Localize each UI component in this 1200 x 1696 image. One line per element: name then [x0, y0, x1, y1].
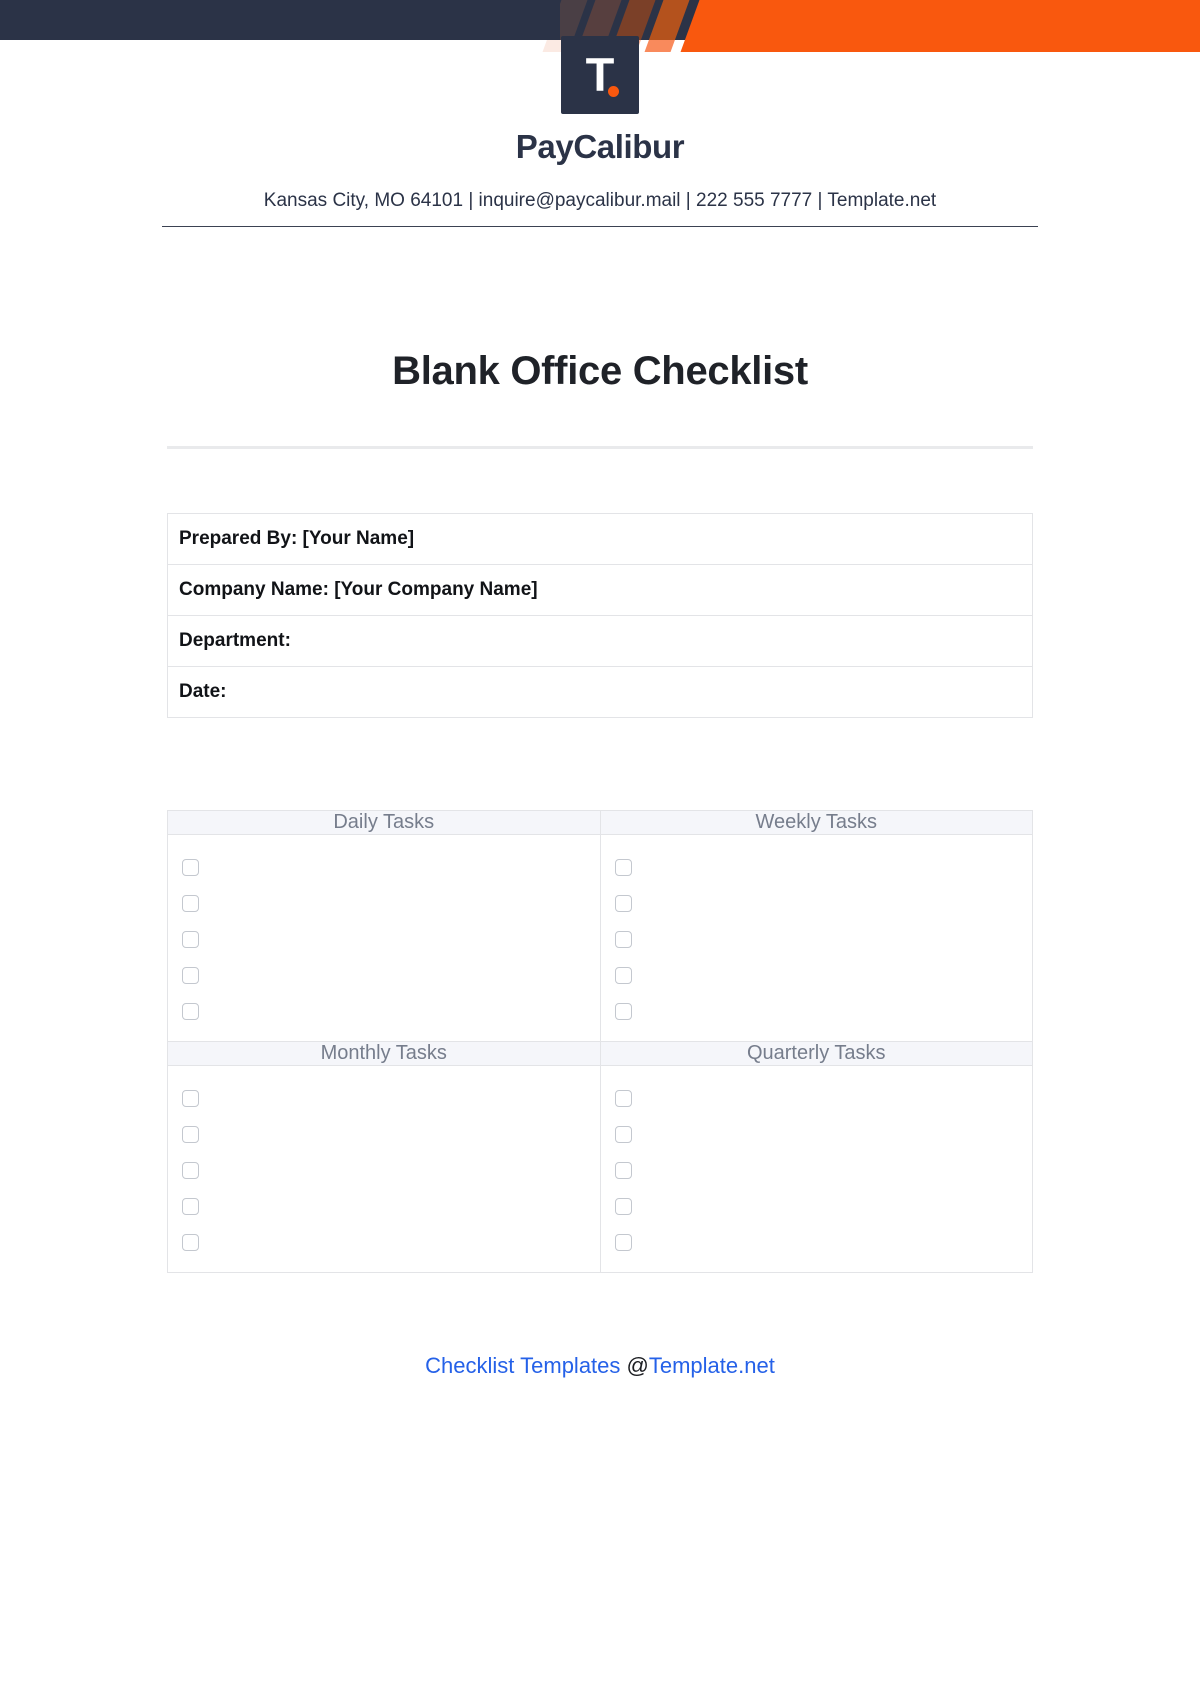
list-item[interactable] [601, 1080, 1033, 1116]
checkbox-list-quarterly [601, 1066, 1033, 1272]
info-date[interactable]: Date: [167, 666, 1033, 718]
info-prepared-by[interactable]: Prepared By: [Your Name] [167, 513, 1033, 565]
section-body-quarterly [599, 1065, 1033, 1273]
checkbox-icon[interactable] [182, 1233, 199, 1251]
checkbox-icon[interactable] [182, 930, 199, 948]
checklist-table: Daily Tasks Weekly Tasks Monthly Tasks Q… [167, 810, 1033, 1273]
info-company-name[interactable]: Company Name: [Your Company Name] [167, 564, 1033, 616]
footer-link-template-net[interactable]: Template.net [649, 1353, 775, 1378]
section-title-quarterly: Quarterly Tasks [599, 1041, 1033, 1066]
checkbox-icon[interactable] [614, 1089, 632, 1107]
section-title-daily: Daily Tasks [167, 810, 601, 835]
table-row: Company Name: [Your Company Name] [167, 564, 1033, 616]
checklist-body: Daily Tasks Weekly Tasks Monthly Tasks Q… [167, 810, 1033, 1273]
list-item[interactable] [168, 1188, 600, 1224]
checkbox-icon[interactable] [614, 858, 632, 876]
navy-band-overlay [0, 0, 560, 40]
checkbox-icon[interactable] [614, 930, 632, 948]
section-body-weekly [599, 834, 1033, 1042]
list-item[interactable] [601, 1152, 1033, 1188]
checkbox-icon[interactable] [614, 1197, 632, 1215]
list-item[interactable] [168, 957, 600, 993]
list-item[interactable] [168, 885, 600, 921]
section-body-daily [167, 834, 601, 1042]
info-department[interactable]: Department: [167, 615, 1033, 667]
logo-dot-icon [608, 86, 619, 97]
footer-link-prefix[interactable]: Checklist Templates [425, 1353, 626, 1378]
table-row: Department: [167, 615, 1033, 667]
checkbox-icon[interactable] [182, 1089, 199, 1107]
checkbox-icon[interactable] [614, 1125, 632, 1143]
checkbox-icon[interactable] [182, 894, 199, 912]
footer: Checklist Templates @Template.net [0, 1353, 1200, 1379]
checkbox-icon[interactable] [182, 1161, 199, 1179]
section-header-row: Daily Tasks Weekly Tasks [167, 810, 1033, 835]
checkbox-icon[interactable] [614, 1161, 632, 1179]
list-item[interactable] [168, 1224, 600, 1260]
list-item[interactable] [168, 1080, 600, 1116]
list-item[interactable] [601, 849, 1033, 885]
list-item[interactable] [168, 993, 600, 1029]
checkbox-icon[interactable] [614, 894, 632, 912]
list-item[interactable] [168, 1152, 600, 1188]
table-row: Date: [167, 666, 1033, 718]
checkbox-icon[interactable] [182, 1125, 199, 1143]
list-item[interactable] [168, 1116, 600, 1152]
list-item[interactable] [601, 885, 1033, 921]
contact-line: Kansas City, MO 64101 | inquire@paycalib… [162, 190, 1038, 227]
title-divider [167, 446, 1033, 449]
section-body-monthly [167, 1065, 601, 1273]
list-item[interactable] [601, 1116, 1033, 1152]
checkbox-icon[interactable] [182, 1002, 199, 1020]
section-body-row [167, 834, 1033, 1042]
checkbox-icon[interactable] [614, 1233, 632, 1251]
logo-letter: T [585, 48, 615, 101]
list-item[interactable] [601, 993, 1033, 1029]
footer-at-symbol: @ [626, 1353, 649, 1378]
section-title-weekly: Weekly Tasks [599, 810, 1033, 835]
stripe-solid-orange [680, 0, 1200, 52]
section-title-monthly: Monthly Tasks [167, 1041, 601, 1066]
list-item[interactable] [601, 1224, 1033, 1260]
checkbox-icon[interactable] [614, 966, 632, 984]
page-title: Blank Office Checklist [392, 349, 808, 393]
list-item[interactable] [601, 957, 1033, 993]
info-table-body: Prepared By: [Your Name] Company Name: [… [167, 513, 1033, 718]
section-body-row [167, 1065, 1033, 1273]
list-item[interactable] [601, 1188, 1033, 1224]
checkbox-icon[interactable] [614, 1002, 632, 1020]
checkbox-list-daily [168, 835, 600, 1041]
section-header-row: Monthly Tasks Quarterly Tasks [167, 1041, 1033, 1066]
checkbox-list-weekly [601, 835, 1033, 1041]
brand-name: PayCalibur [515, 128, 685, 165]
list-item[interactable] [168, 921, 600, 957]
list-item[interactable] [601, 921, 1033, 957]
table-row: Prepared By: [Your Name] [167, 513, 1033, 565]
checkbox-icon[interactable] [182, 1197, 199, 1215]
list-item[interactable] [168, 849, 600, 885]
checkbox-icon[interactable] [182, 858, 199, 876]
checkbox-icon[interactable] [182, 966, 199, 984]
brand-logo-icon: T [561, 36, 639, 114]
checkbox-list-monthly [168, 1066, 600, 1272]
info-table: Prepared By: [Your Name] Company Name: [… [167, 513, 1033, 718]
